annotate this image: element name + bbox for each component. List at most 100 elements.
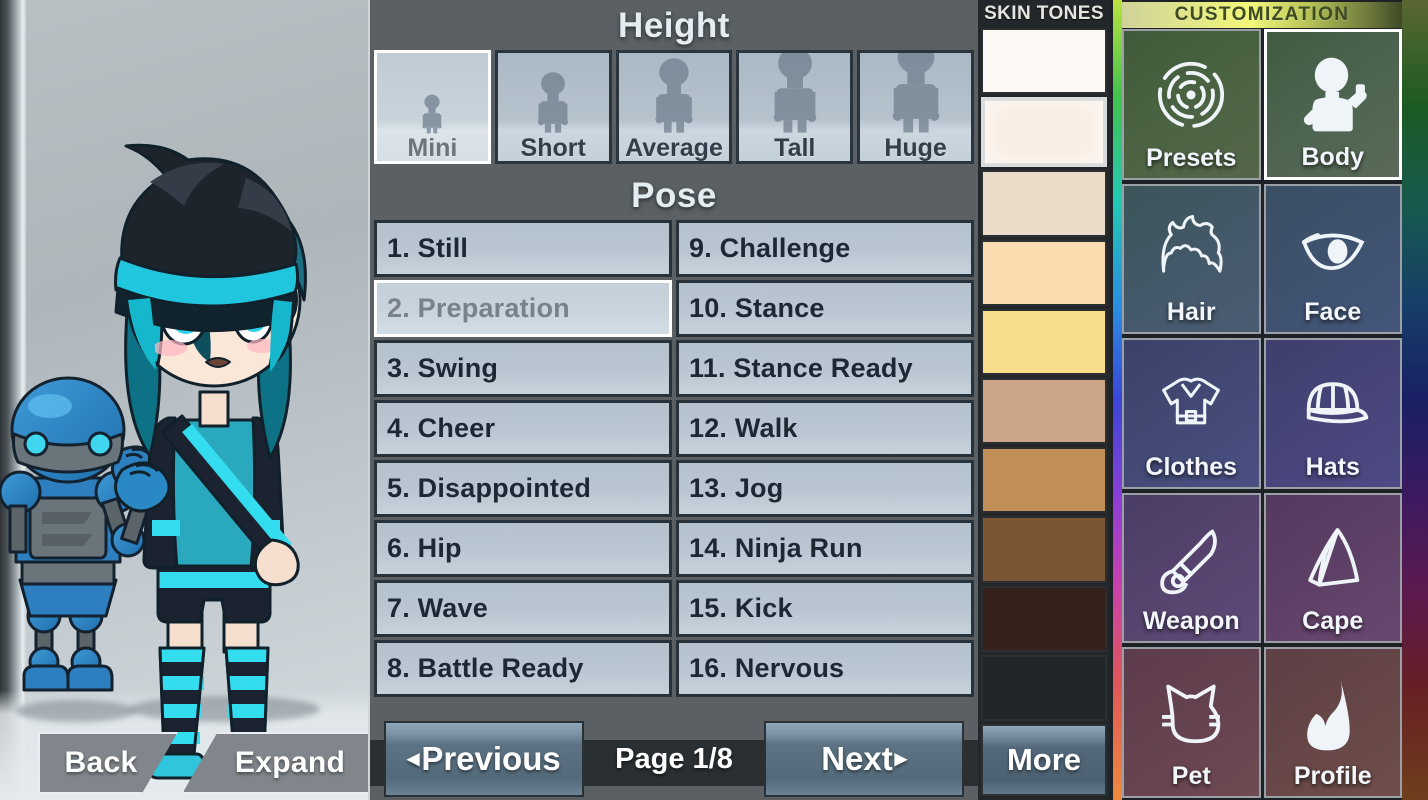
customization-tile-body[interactable]: Body — [1263, 29, 1402, 180]
cap-icon — [1295, 366, 1371, 442]
pose-option[interactable]: 4. Cheer — [374, 400, 672, 457]
flame-icon — [1295, 676, 1371, 752]
height-option-huge[interactable]: Huge — [857, 50, 974, 164]
preview-action-buttons: Back Expand — [38, 732, 368, 794]
previous-button-label: Previous — [421, 740, 561, 777]
customization-tile-hats[interactable]: Hats — [1263, 338, 1402, 489]
height-silhouette-icon — [420, 94, 445, 139]
skin-tone-swatch[interactable] — [981, 516, 1107, 583]
pose-option[interactable]: 13. Jog — [676, 460, 974, 517]
sword-icon — [1153, 521, 1229, 597]
pose-option[interactable]: 7. Wave — [374, 580, 672, 637]
skin-tone-swatch[interactable] — [981, 28, 1107, 95]
next-arrow-icon: ▸ — [894, 745, 907, 772]
pose-option[interactable]: 14. Ninja Run — [676, 520, 974, 577]
customization-tile-weapon[interactable]: Weapon — [1122, 492, 1261, 644]
pose-option[interactable]: 3. Swing — [374, 340, 672, 397]
skin-tone-swatch[interactable] — [981, 308, 1107, 376]
pose-option[interactable]: 9. Challenge — [676, 220, 974, 277]
height-option-average[interactable]: Average — [615, 50, 733, 164]
customization-tile-presets[interactable]: Presets — [1122, 29, 1261, 180]
customization-tile-label: Body — [1301, 142, 1365, 171]
previous-arrow-icon: ◂ — [407, 745, 420, 772]
height-silhouette-icon — [534, 71, 573, 139]
character-sprites — [0, 0, 368, 800]
previous-page-button[interactable]: ◂ Previous — [384, 721, 584, 797]
pose-section: 1. Still 9. Challenge 2. Preparation 10. St… — [370, 220, 978, 716]
next-page-button[interactable]: Next ▸ — [764, 721, 964, 797]
height-option-label: Tall — [774, 133, 816, 162]
height-option-label: Short — [520, 133, 586, 162]
rainbow-rail-right — [1402, 0, 1428, 800]
pose-option[interactable]: 1. Still — [374, 220, 672, 277]
customization-tile-face[interactable]: Face — [1263, 183, 1402, 335]
skin-tone-swatch[interactable] — [981, 654, 1107, 722]
character-preview-panel[interactable]: Back Expand — [0, 0, 368, 800]
customization-tile-profile[interactable]: Profile — [1263, 647, 1402, 798]
pose-option[interactable]: 5. Disappointed — [374, 460, 672, 517]
skin-tone-swatch[interactable] — [981, 97, 1107, 168]
skin-tone-swatch-list — [981, 28, 1107, 724]
shirt-icon — [1153, 366, 1229, 442]
skin-tone-swatch[interactable] — [981, 170, 1107, 237]
pose-grid: 1. Still 9. Challenge 2. Preparation 10. St… — [374, 220, 974, 697]
height-option-tall[interactable]: Tall — [736, 50, 854, 164]
height-silhouette-icon — [886, 53, 946, 139]
expand-button[interactable]: Expand — [182, 732, 368, 794]
customization-tile-label: Pet — [1171, 762, 1211, 790]
pose-option[interactable]: 11. Stance Ready — [676, 340, 974, 397]
page-indicator: Page 1/8 — [615, 742, 733, 775]
customization-tile-label: Cape — [1302, 607, 1364, 636]
height-section-title: Height — [618, 6, 730, 45]
eye-icon — [1295, 212, 1371, 288]
pose-option[interactable]: 2. Preparation — [374, 280, 672, 337]
customization-tile-label: Clothes — [1145, 452, 1238, 481]
pose-option[interactable]: 10. Stance — [676, 280, 974, 337]
presets-disc-icon — [1153, 57, 1229, 133]
height-options: Mini Short Average Tall Huge — [370, 50, 978, 170]
pose-option[interactable]: 8. Battle Ready — [374, 640, 672, 697]
skin-tone-swatch[interactable] — [981, 447, 1107, 514]
skin-tone-swatch[interactable] — [981, 239, 1107, 306]
player-character — [114, 143, 307, 780]
body-figure-icon — [1295, 57, 1371, 133]
pose-option[interactable]: 16. Nervous — [676, 640, 974, 697]
skin-tone-swatch[interactable] — [981, 585, 1107, 652]
more-skin-tones-button[interactable]: More — [981, 724, 1107, 796]
height-option-label: Huge — [884, 133, 947, 162]
options-panel: Height Mini Short Average Tall Huge Pose 1. … — [368, 0, 978, 800]
customization-tile-cape[interactable]: Cape — [1263, 492, 1402, 644]
customization-tile-label: Presets — [1146, 143, 1237, 172]
height-silhouette-icon — [650, 57, 698, 139]
height-silhouette-icon — [767, 53, 822, 139]
pose-option[interactable]: 6. Hip — [374, 520, 672, 577]
pose-section-title: Pose — [631, 176, 717, 215]
rainbow-rail-left — [1113, 0, 1122, 800]
customization-tile-clothes[interactable]: Clothes — [1122, 338, 1261, 489]
height-option-short[interactable]: Short — [494, 50, 612, 164]
customization-tile-label: Face — [1304, 298, 1362, 327]
customization-tile-hair[interactable]: Hair — [1122, 183, 1261, 335]
height-option-mini[interactable]: Mini — [374, 50, 491, 164]
character-creator-screen: Back Expand Height Mini Short Average Tall H… — [0, 0, 1428, 800]
pose-option[interactable]: 15. Kick — [676, 580, 974, 637]
customization-tile-label: Weapon — [1142, 607, 1240, 636]
back-button-label: Back — [64, 746, 138, 779]
customization-tile-label: Hats — [1305, 452, 1360, 481]
customization-tile-label: Hair — [1166, 298, 1216, 327]
skin-tones-header: SKIN TONES — [984, 3, 1104, 24]
skin-tones-panel: SKIN TONES More — [978, 0, 1110, 800]
expand-button-label: Expand — [234, 746, 346, 779]
pose-option[interactable]: 12. Walk — [676, 400, 974, 457]
more-button-label: More — [1006, 742, 1082, 777]
skin-tone-swatch[interactable] — [981, 378, 1107, 445]
cape-icon — [1295, 521, 1371, 597]
customization-header: CUSTOMIZATION — [1122, 2, 1402, 28]
cat-head-icon — [1153, 676, 1229, 752]
pagination: ◂ Previous Page 1/8 Next ▸ — [370, 718, 978, 800]
next-button-label: Next — [821, 740, 893, 777]
back-button[interactable]: Back — [38, 732, 178, 794]
customization-tile-pet[interactable]: Pet — [1122, 647, 1261, 798]
customization-tile-grid: Presets Body Hair Face Clothes Hats Weapon Cape… — [1122, 29, 1402, 798]
customization-tile-label: Profile — [1293, 762, 1372, 790]
